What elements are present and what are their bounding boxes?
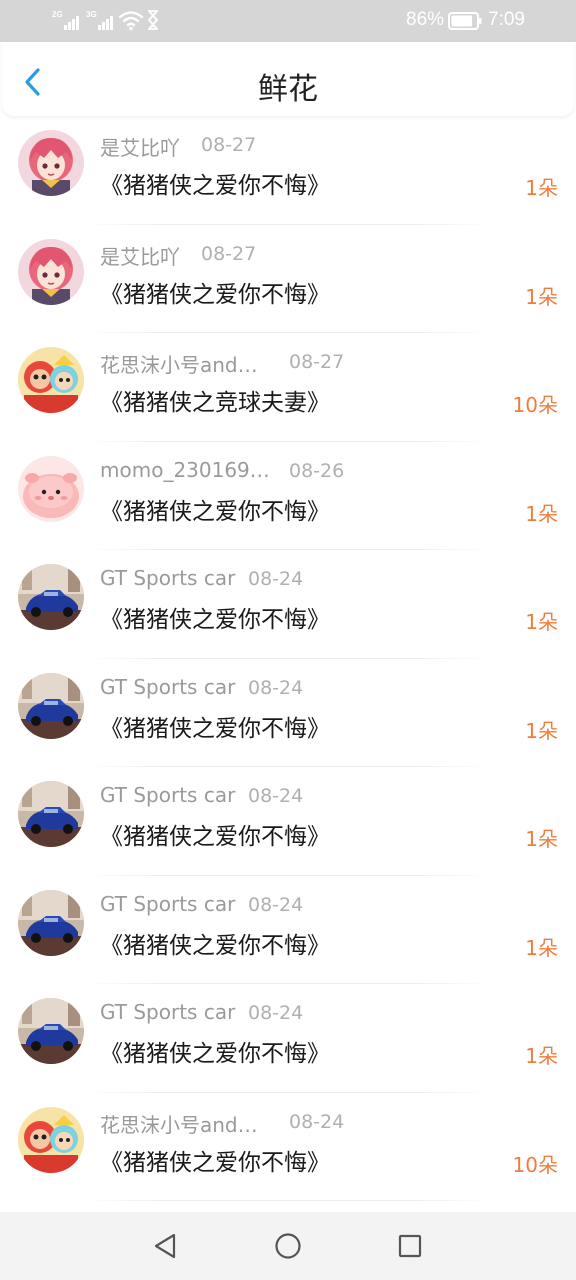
status-bar: 2G 3G 86% 7:09 — [0, 0, 576, 42]
book-title: 《猪猪侠之爱你不悔》 — [100, 932, 330, 959]
system-nav-bar — [0, 1212, 576, 1280]
back-triangle-icon[interactable] — [148, 1228, 184, 1264]
avatar[interactable] — [18, 455, 84, 522]
book-title: 《猪猪侠之爱你不悔》 — [100, 824, 330, 850]
flower-count: 1朵 — [525, 718, 558, 743]
avatar[interactable] — [18, 1106, 84, 1173]
user-name: 是艾比吖 — [100, 244, 180, 269]
user-name: 花思沫小号and… — [100, 353, 258, 377]
network-type-label: 2G — [52, 10, 63, 19]
date-label: 08-26 — [289, 459, 345, 482]
list-item[interactable]: GT Sports car 08-24 《猪猪侠之爱你不悔》 1朵 — [0, 550, 576, 659]
avatar[interactable] — [18, 672, 84, 739]
wifi-icon — [118, 11, 144, 31]
header: 鲜花 — [2, 42, 574, 116]
avatar[interactable] — [18, 238, 84, 305]
recents-square-icon[interactable] — [392, 1228, 428, 1264]
book-title: 《猪猪侠之爱你不悔》 — [100, 498, 330, 525]
avatar[interactable] — [18, 130, 84, 196]
user-name: GT Sports car — [100, 783, 236, 807]
flower-count: 1朵 — [525, 827, 558, 851]
date-label: 08-24 — [248, 1002, 304, 1024]
book-title: 《猪猪侠之竞球夫妻》 — [100, 390, 330, 416]
clock: 7:09 — [488, 9, 525, 30]
signal-icon: 2G — [52, 10, 80, 30]
date-label: 08-27 — [289, 351, 345, 373]
book-title: 《猪猪侠之爱你不悔》 — [100, 607, 330, 633]
avatar[interactable] — [18, 347, 84, 413]
flower-count: 1朵 — [525, 176, 558, 200]
divider — [84, 1200, 492, 1201]
date-label: 08-27 — [201, 134, 257, 156]
battery-icon — [448, 12, 482, 30]
hourglass-icon — [147, 10, 159, 30]
flower-count: 10朵 — [512, 393, 558, 417]
list-item[interactable]: GT Sports car 08-24 《猪猪侠之爱你不悔》 1朵 — [0, 659, 576, 767]
list-item[interactable]: GT Sports car 08-24 《猪猪侠之爱你不悔》 1朵 — [0, 767, 576, 876]
flower-count: 1朵 — [525, 284, 558, 309]
user-name: GT Sports car — [100, 891, 236, 916]
user-name: 是艾比吖 — [100, 136, 180, 160]
list-item[interactable]: 是艾比吖 08-27 《猪猪侠之爱你不悔》 1朵 — [0, 116, 576, 225]
date-label: 08-24 — [289, 1110, 345, 1133]
flower-count: 1朵 — [525, 1044, 558, 1068]
book-title: 《猪猪侠之爱你不悔》 — [100, 1041, 330, 1067]
list-item[interactable]: 花思沫小号and… 08-24 《猪猪侠之爱你不悔》 10朵 — [0, 1093, 576, 1201]
home-circle-icon[interactable] — [270, 1228, 306, 1264]
date-label: 08-24 — [248, 568, 304, 590]
flower-count: 1朵 — [525, 501, 558, 526]
book-title: 《猪猪侠之爱你不悔》 — [100, 1149, 330, 1176]
network-type-label: 3G — [86, 10, 97, 19]
user-name: 花思沫小号and… — [100, 1112, 258, 1137]
flower-count: 1朵 — [525, 610, 558, 634]
date-label: 08-24 — [248, 676, 304, 699]
book-title: 《猪猪侠之爱你不悔》 — [100, 715, 330, 742]
avatar[interactable] — [18, 781, 84, 847]
user-name: GT Sports car — [100, 566, 236, 590]
avatar[interactable] — [18, 889, 84, 956]
flower-list: 是艾比吖 08-27 《猪猪侠之爱你不悔》 1朵 是艾比吖 08-27 《猪猪侠之爱你不悔》… — [0, 116, 576, 1201]
book-title: 《猪猪侠之爱你不悔》 — [100, 281, 330, 308]
date-label: 08-27 — [201, 242, 257, 265]
list-item[interactable]: momo_230169… 08-26 《猪猪侠之爱你不悔》 1朵 — [0, 442, 576, 550]
battery-percent: 86% — [406, 9, 445, 30]
date-label: 08-24 — [248, 893, 304, 916]
avatar[interactable] — [18, 998, 84, 1064]
flower-count: 10朵 — [512, 1152, 558, 1177]
user-name: GT Sports car — [100, 1000, 236, 1024]
page-title: 鲜花 — [258, 72, 318, 107]
signal-icon: 3G — [86, 10, 114, 30]
user-name: GT Sports car — [100, 674, 236, 699]
list-item[interactable]: 是艾比吖 08-27 《猪猪侠之爱你不悔》 1朵 — [0, 225, 576, 333]
list-item[interactable]: 花思沫小号and… 08-27 《猪猪侠之竞球夫妻》 10朵 — [0, 333, 576, 442]
date-label: 08-24 — [248, 785, 304, 807]
list-item[interactable]: GT Sports car 08-24 《猪猪侠之爱你不悔》 1朵 — [0, 876, 576, 984]
book-title: 《猪猪侠之爱你不悔》 — [100, 173, 330, 199]
user-name: momo_230169… — [100, 457, 270, 482]
flower-count: 1朵 — [525, 935, 558, 960]
avatar[interactable] — [18, 564, 84, 630]
list-item[interactable]: GT Sports car 08-24 《猪猪侠之爱你不悔》 1朵 — [0, 984, 576, 1093]
